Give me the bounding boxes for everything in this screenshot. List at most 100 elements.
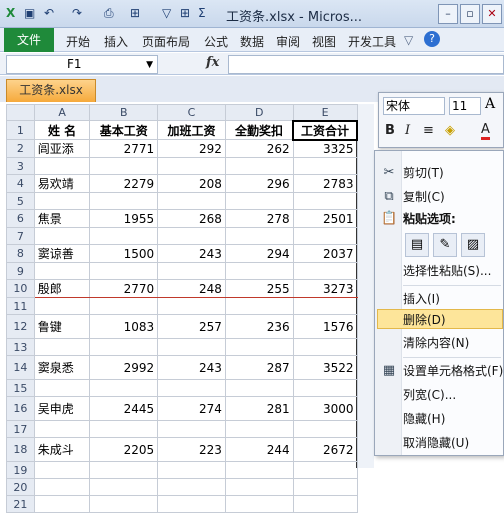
cell[interactable]: 加班工资 xyxy=(157,120,226,140)
cell[interactable] xyxy=(89,227,159,245)
cell[interactable]: 易欢靖 xyxy=(33,174,91,193)
workbook-tab[interactable]: 工资条.xlsx xyxy=(6,79,96,102)
cell[interactable] xyxy=(33,338,91,356)
row-header[interactable]: 19 xyxy=(6,461,35,479)
cell[interactable] xyxy=(157,379,226,397)
cell[interactable]: 2501 xyxy=(292,209,358,228)
cell[interactable]: 274 xyxy=(157,396,226,421)
tab-data[interactable]: 数据 xyxy=(240,33,264,50)
name-box[interactable]: F1 ▼ xyxy=(6,55,158,74)
form-icon[interactable]: ⊞ xyxy=(130,6,140,20)
row-header[interactable]: 20 xyxy=(6,478,35,496)
cell[interactable]: 278 xyxy=(224,209,294,228)
cell[interactable] xyxy=(33,227,91,245)
cell[interactable] xyxy=(292,192,358,210)
cell[interactable] xyxy=(292,478,358,496)
cell[interactable] xyxy=(224,420,294,438)
grow-font-icon[interactable]: A xyxy=(485,96,495,112)
cell[interactable] xyxy=(89,338,159,356)
cell[interactable]: 223 xyxy=(157,437,226,462)
cell[interactable]: 朱成斗 xyxy=(33,437,91,462)
borders-icon[interactable]: ⊞ xyxy=(180,6,190,20)
menu-item-unhide[interactable]: 取消隐藏(U) xyxy=(403,433,503,453)
row-header[interactable]: 12 xyxy=(6,314,35,339)
cell[interactable]: 255 xyxy=(224,279,294,298)
cell[interactable]: 262 xyxy=(224,139,294,158)
cell[interactable] xyxy=(89,262,159,280)
row-header[interactable]: 8 xyxy=(6,244,35,263)
menu-item-delete[interactable]: 删除(D) xyxy=(377,309,503,329)
cell[interactable]: 2672 xyxy=(292,437,358,462)
chevron-down-icon[interactable]: ▼ xyxy=(146,57,153,73)
cell[interactable] xyxy=(89,379,159,397)
cell[interactable] xyxy=(157,420,226,438)
cell[interactable]: 1955 xyxy=(89,209,159,228)
cell[interactable]: 2770 xyxy=(89,279,159,298)
cell[interactable] xyxy=(224,262,294,280)
cell[interactable] xyxy=(89,297,159,315)
row-header[interactable]: 13 xyxy=(6,338,35,356)
cell[interactable]: 3522 xyxy=(292,355,358,380)
italic-button[interactable]: I xyxy=(405,123,410,138)
cell[interactable]: 工资合计 xyxy=(292,119,358,141)
cell[interactable]: 2445 xyxy=(89,396,159,421)
row-header[interactable]: 5 xyxy=(6,192,35,210)
cell[interactable] xyxy=(157,461,226,479)
row-header[interactable]: 17 xyxy=(6,420,35,438)
cell[interactable]: 2992 xyxy=(89,355,159,380)
cell[interactable]: 1500 xyxy=(89,244,159,263)
cell[interactable] xyxy=(89,495,159,513)
cell[interactable] xyxy=(224,461,294,479)
cell[interactable] xyxy=(33,495,91,513)
cell[interactable]: 292 xyxy=(157,139,226,158)
cell[interactable] xyxy=(224,297,294,315)
cell[interactable] xyxy=(224,478,294,496)
fx-icon[interactable]: fx xyxy=(206,55,219,70)
font-name-box[interactable]: 宋体 xyxy=(383,97,445,115)
tab-view[interactable]: 视图 xyxy=(312,33,336,50)
cell[interactable] xyxy=(292,157,358,175)
select-all-corner[interactable] xyxy=(6,104,35,121)
cell[interactable]: 248 xyxy=(157,279,226,298)
column-header-e[interactable]: E xyxy=(292,104,358,121)
menu-item-hide[interactable]: 隐藏(H) xyxy=(403,409,503,429)
sum-icon[interactable]: Σ xyxy=(198,6,206,20)
column-header-b[interactable]: B xyxy=(89,104,159,121)
tab-formulas[interactable]: 公式 xyxy=(204,33,228,50)
row-header[interactable]: 4 xyxy=(6,174,35,193)
close-button[interactable]: ✕ xyxy=(482,4,502,24)
file-tab[interactable]: 文件 xyxy=(4,28,54,52)
tab-review[interactable]: 审阅 xyxy=(276,33,300,50)
cell[interactable] xyxy=(33,461,91,479)
cell[interactable]: 吴申虎 xyxy=(33,396,91,421)
ribbon-collapse-icon[interactable]: ▽ xyxy=(404,33,413,47)
cell[interactable] xyxy=(292,379,358,397)
font-color-button[interactable]: A xyxy=(481,123,490,140)
cell[interactable]: 2783 xyxy=(292,174,358,193)
paste-icon-picture[interactable]: ▨ xyxy=(461,233,485,257)
cell[interactable]: 3325 xyxy=(292,139,358,158)
cell[interactable]: 殷郎 xyxy=(33,279,91,298)
cell[interactable] xyxy=(224,495,294,513)
menu-item-clear[interactable]: 清除内容(N) xyxy=(403,333,503,353)
cell[interactable] xyxy=(157,495,226,513)
cell[interactable]: 243 xyxy=(157,355,226,380)
menu-item-column-width[interactable]: 列宽(C)... xyxy=(403,385,503,405)
column-header-d[interactable]: D xyxy=(224,104,294,121)
cell[interactable]: 基本工资 xyxy=(89,120,159,140)
cell[interactable] xyxy=(292,338,358,356)
cell[interactable] xyxy=(224,338,294,356)
cell[interactable]: 294 xyxy=(224,244,294,263)
menu-item-paste-special[interactable]: 选择性粘贴(S)... xyxy=(403,261,503,281)
row-header[interactable]: 10 xyxy=(6,279,35,298)
restore-button[interactable]: ▫ xyxy=(460,4,480,24)
cell[interactable] xyxy=(33,192,91,210)
cell[interactable]: 闾亚添 xyxy=(33,139,91,158)
formula-input[interactable] xyxy=(228,55,504,74)
cell[interactable] xyxy=(157,157,226,175)
menu-item-cut[interactable]: 剪切(T) xyxy=(403,163,503,183)
excel-icon[interactable]: X xyxy=(6,6,15,20)
cell[interactable]: 287 xyxy=(224,355,294,380)
cell[interactable]: 236 xyxy=(224,314,294,339)
row-header[interactable]: 11 xyxy=(6,297,35,315)
